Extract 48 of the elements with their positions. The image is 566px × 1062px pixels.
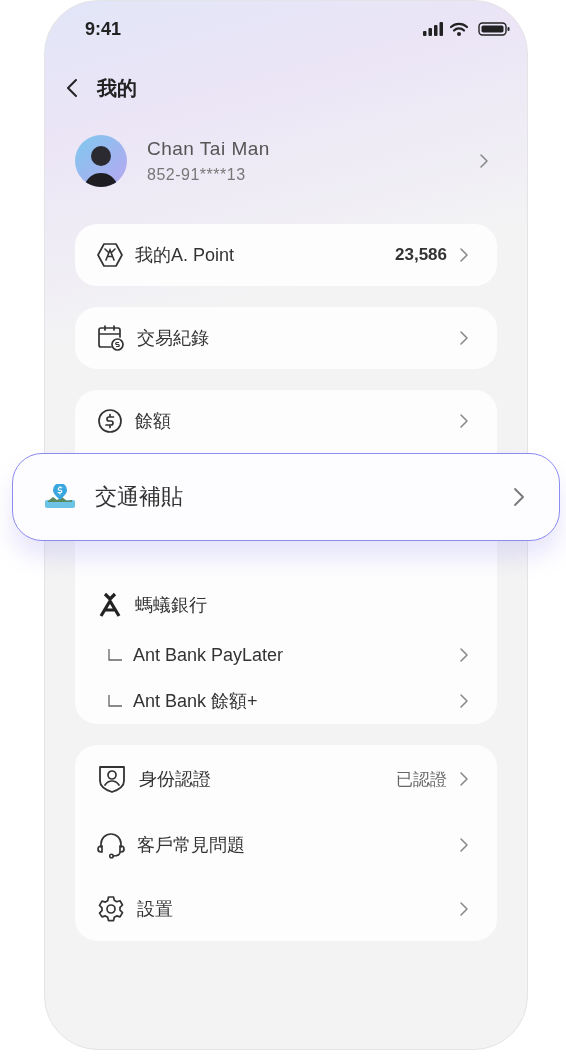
chevron-right-icon: [459, 413, 469, 429]
menu-label: 客戶常見問題: [137, 834, 246, 857]
submenu-row[interactable]: Ant Bank PayLater: [75, 632, 497, 678]
chevron-right-icon: [479, 153, 489, 169]
chevron-right-icon: [459, 693, 469, 709]
status-time: 9:41: [85, 18, 122, 40]
settings-icon: [97, 895, 125, 923]
menu-value: 23,586: [395, 245, 447, 265]
chevron-right-icon: [459, 771, 469, 787]
menu-row[interactable]: 客戶常見問題: [75, 813, 497, 877]
menu-row[interactable]: 身份認證 已認證: [75, 745, 497, 813]
menu-row[interactable]: 我的A. Point 23,586: [75, 224, 497, 286]
menu-label: 設置: [137, 898, 174, 921]
chevron-right-icon: [459, 837, 469, 853]
menu-value: 已認證: [396, 768, 447, 791]
menu-label: 交通補貼: [95, 483, 184, 511]
submenu-label: Ant Bank PayLater: [133, 644, 285, 666]
user-name: Chan Tai Man: [147, 138, 271, 160]
chevron-right-icon: [513, 487, 525, 507]
chevron-right-icon: [459, 330, 469, 346]
ant-logo-icon: [97, 592, 123, 618]
headset-icon: [97, 831, 125, 859]
chevron-right-icon: [459, 247, 469, 263]
profile-row[interactable]: Chan Tai Man 852-91****13: [45, 119, 527, 195]
highlighted-menu-row[interactable]: 交通補貼: [12, 453, 560, 541]
submenu-label: Ant Bank 餘額+: [133, 690, 259, 713]
submenu-row[interactable]: Ant Bank 餘額+: [75, 678, 497, 724]
menu-row[interactable]: 設置: [75, 877, 497, 941]
menu-row[interactable]: 餘額: [75, 390, 497, 452]
chevron-right-icon: [459, 901, 469, 917]
page-title: 我的: [97, 75, 137, 101]
menu-label: 身份認證: [139, 768, 212, 791]
phone-number: 852-91****13: [147, 166, 247, 184]
menu-label: 交易紀錄: [137, 327, 210, 350]
section-label: 螞蟻銀行: [135, 594, 208, 617]
tree-branch-icon: [107, 694, 123, 708]
calendar-coin-icon: [97, 324, 125, 352]
chevron-right-icon: [459, 647, 469, 663]
back-icon[interactable]: [65, 78, 79, 98]
menu-label: 餘額: [135, 410, 172, 433]
location-pin-icon: [43, 484, 77, 510]
avatar: [75, 135, 127, 187]
tree-branch-icon: [107, 648, 123, 662]
menu-label: 我的A. Point: [135, 244, 236, 267]
menu-row[interactable]: 交易紀錄: [75, 307, 497, 369]
hexagon-letter-icon: [97, 242, 123, 268]
dollar-circle-icon: [97, 408, 123, 434]
shield-user-icon: [97, 764, 127, 794]
